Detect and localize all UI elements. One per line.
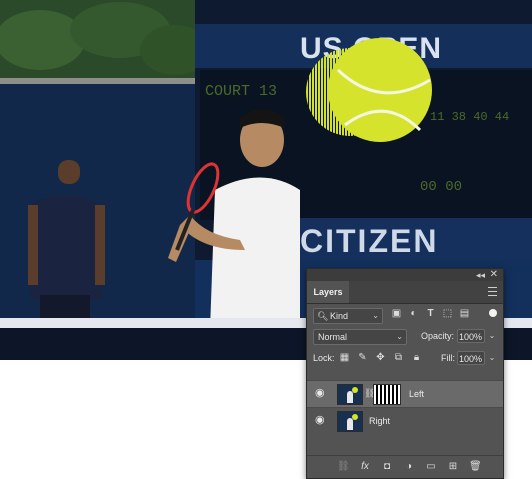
filter-toggle[interactable] xyxy=(489,309,497,317)
collapse-panel-icon[interactable]: ◂◂ xyxy=(476,269,485,281)
opacity-input[interactable]: 100% xyxy=(457,329,485,343)
panel-menu-icon[interactable] xyxy=(488,287,497,296)
link-layers-icon[interactable]: ⛓ xyxy=(337,461,350,473)
new-layer-icon[interactable]: ⊞ xyxy=(447,461,459,473)
scoreboard-court-label: COURT 13 xyxy=(205,83,277,100)
layer-name: Left xyxy=(409,389,425,399)
scoreboard-sponsor-text: CITIZEN xyxy=(300,223,438,259)
layers-list: ◉ ⛓ Left ◉ Right xyxy=(307,380,503,434)
opacity-label: Opacity: xyxy=(421,331,455,341)
fx-icon[interactable]: fx xyxy=(359,461,371,473)
layer-thumbnail xyxy=(337,384,363,405)
layer-name: Right xyxy=(369,416,391,426)
filter-row: 🔍︎ Kind ⌄ ▣ ◐ T ⬚ ▤ xyxy=(307,304,503,326)
search-icon: 🔍︎ xyxy=(317,311,329,321)
shape-filter-icon[interactable]: ⬚ xyxy=(442,308,453,319)
scoreboard-score-left: 11 38 40 44 xyxy=(430,110,509,124)
image-filter-icon[interactable]: ▣ xyxy=(391,308,402,319)
type-filter-icon[interactable]: T xyxy=(425,308,436,319)
fill-dropdown-icon[interactable]: ⌄ xyxy=(487,351,497,365)
fill-label: Fill: xyxy=(441,353,455,363)
chevron-down-icon: ⌄ xyxy=(372,311,379,320)
layer-thumbnail xyxy=(337,411,363,432)
lock-all-icon[interactable]: 🔒︎ xyxy=(411,352,422,363)
visibility-eye-icon[interactable]: ◉ xyxy=(315,388,327,399)
add-mask-icon[interactable]: ◘ xyxy=(381,461,393,473)
scoreboard-score-mid: 00 00 xyxy=(420,179,462,195)
layers-panel: ◂◂ ✕ Layers 🔍︎ Kind ⌄ ▣ ◐ T ⬚ ▤ Normal ⌄… xyxy=(306,268,504,479)
visibility-eye-icon[interactable]: ◉ xyxy=(315,415,327,426)
new-group-icon[interactable]: ▭ xyxy=(425,461,437,473)
blend-row: Normal ⌄ Opacity: 100% ⌄ xyxy=(307,326,503,348)
panel-title-bar[interactable]: ◂◂ ✕ xyxy=(307,269,503,281)
filter-kind-label: Kind xyxy=(330,311,349,321)
opacity-dropdown-icon[interactable]: ⌄ xyxy=(487,329,497,343)
close-panel-icon[interactable]: ✕ xyxy=(490,269,498,281)
tab-layers[interactable]: Layers xyxy=(307,281,349,303)
adjustment-filter-icon[interactable]: ◐ xyxy=(408,308,419,319)
panel-tab-row: Layers xyxy=(307,281,503,304)
panel-bottom-toolbar: ⛓ fx ◘ ◑ ▭ ⊞ 🗑︎ xyxy=(307,455,503,478)
adjustment-layer-icon[interactable]: ◑ xyxy=(403,461,415,473)
lock-label: Lock: xyxy=(313,353,335,363)
lock-row: Lock: ▦ ✎ ✥ ⧉ 🔒︎ Fill: 100% ⌄ xyxy=(307,348,503,370)
delete-layer-icon[interactable]: 🗑︎ xyxy=(469,461,482,473)
smart-object-filter-icon[interactable]: ▤ xyxy=(459,308,470,319)
layer-row-left[interactable]: ◉ ⛓ Left xyxy=(307,380,503,407)
fill-input[interactable]: 100% xyxy=(457,351,485,365)
lock-transparent-icon[interactable]: ▦ xyxy=(339,352,350,363)
blend-mode-value: Normal xyxy=(318,332,348,342)
lock-image-icon[interactable]: ✎ xyxy=(357,352,368,363)
layer-mask-thumbnail[interactable] xyxy=(373,384,401,405)
blend-mode-select[interactable]: Normal ⌄ xyxy=(313,329,407,345)
lock-artboard-icon[interactable]: ⧉ xyxy=(393,352,404,363)
layer-row-right[interactable]: ◉ Right xyxy=(307,407,503,434)
chevron-down-icon: ⌄ xyxy=(396,332,403,341)
lock-position-icon[interactable]: ✥ xyxy=(375,352,386,363)
filter-kind-select[interactable]: 🔍︎ Kind ⌄ xyxy=(313,308,383,324)
